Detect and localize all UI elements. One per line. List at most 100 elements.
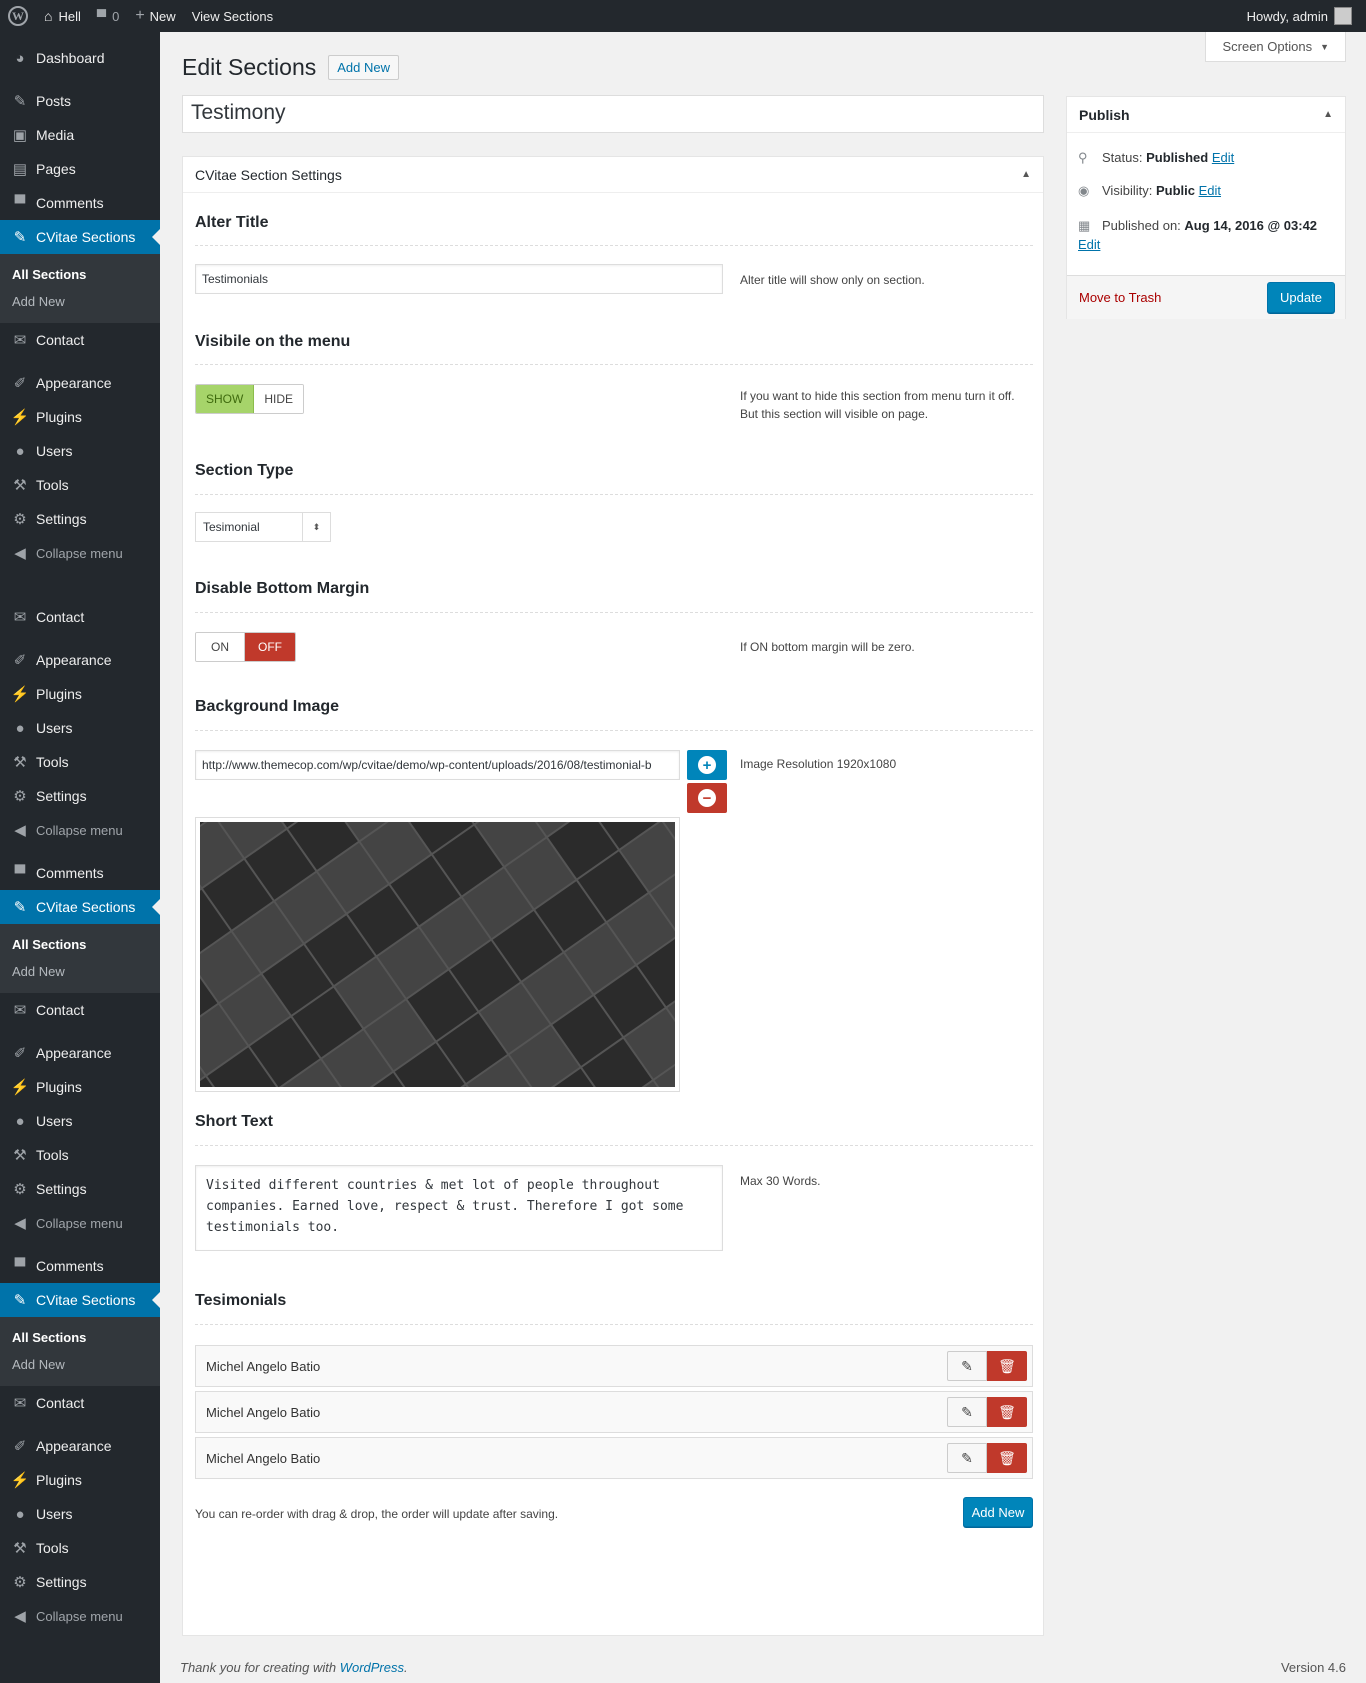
menu-plugins[interactable]: ⚡ Plugins: [0, 400, 160, 434]
short-text-textarea[interactable]: Visited different countries & met lot of…: [195, 1165, 723, 1251]
background-image-url-input[interactable]: http://www.themecop.com/wp/cvitae/demo/w…: [195, 750, 680, 780]
testimonials-heading: Tesimonials: [195, 1292, 287, 1309]
add-testimonial-button[interactable]: Add New: [963, 1497, 1033, 1527]
menu-plugins[interactable]: ⚡ Plugins: [0, 1070, 160, 1104]
menu-collapse[interactable]: ◀ Collapse menu: [0, 813, 160, 847]
menu-plugins[interactable]: ⚡ Plugins: [0, 677, 160, 711]
menu-posts[interactable]: ✎ Posts: [0, 84, 160, 118]
plus-icon: +: [698, 756, 716, 774]
caret-up-icon[interactable]: ▲: [1021, 169, 1031, 180]
remove-image-button[interactable]: −: [687, 783, 727, 813]
menu-comments[interactable]: ▀ Comments: [0, 186, 160, 220]
page-icon: ▤: [12, 161, 28, 178]
menu-label: Appearance: [36, 375, 112, 391]
off-option[interactable]: OFF: [245, 633, 295, 661]
submenu-all-sections[interactable]: All Sections: [0, 1324, 160, 1351]
menu-tools[interactable]: ⚒ Tools: [0, 1138, 160, 1172]
menu-settings[interactable]: ⚙ Settings: [0, 1565, 160, 1599]
menu-collapse[interactable]: ◀ Collapse menu: [0, 1599, 160, 1633]
new-content-link[interactable]: + New: [127, 0, 183, 32]
menu-users[interactable]: ● Users: [0, 711, 160, 745]
submenu-add-new[interactable]: Add New: [0, 1351, 160, 1378]
menu-cvitae-sections[interactable]: ✎ CVitae Sections: [0, 220, 160, 254]
move-to-trash-link[interactable]: Move to Trash: [1079, 290, 1161, 305]
menu-pages[interactable]: ▤ Pages: [0, 152, 160, 186]
pencil-icon[interactable]: ✎: [947, 1351, 987, 1381]
menu-appearance[interactable]: ✐ Appearance: [0, 366, 160, 400]
menu-label: CVitae Sections: [36, 1292, 136, 1308]
site-name-link[interactable]: ⌂ Hell: [36, 0, 89, 32]
submenu-add-new[interactable]: Add New: [0, 958, 160, 985]
hide-option[interactable]: HIDE: [254, 385, 304, 413]
menu-appearance[interactable]: ✐ Appearance: [0, 1429, 160, 1463]
menu-appearance[interactable]: ✐ Appearance: [0, 1036, 160, 1070]
row-actions: ✎ 🗑: [947, 1397, 1027, 1427]
alter-title-heading: Alter Title: [195, 214, 269, 231]
menu-tools[interactable]: ⚒ Tools: [0, 745, 160, 779]
add-image-button[interactable]: +: [687, 750, 727, 780]
collage-tiles: [200, 822, 675, 1087]
brush-icon: ✐: [13, 652, 27, 669]
menu-cvitae-sections[interactable]: ✎ CVitae Sections: [0, 1283, 160, 1317]
edit-date-link[interactable]: Edit: [1078, 237, 1100, 252]
screen-options-button[interactable]: Screen Options ▼: [1205, 32, 1346, 62]
menu-settings[interactable]: ⚙ Settings: [0, 502, 160, 536]
trash-icon[interactable]: 🗑: [987, 1397, 1027, 1427]
update-button[interactable]: Update: [1267, 282, 1335, 313]
menu-contact[interactable]: ✉ Contact: [0, 323, 160, 357]
menu-collapse[interactable]: ◀ Collapse menu: [0, 1206, 160, 1240]
menu-collapse[interactable]: ◀ Collapse menu: [0, 536, 160, 570]
menu-contact[interactable]: ✉ Contact: [0, 1386, 160, 1420]
menu-plugins[interactable]: ⚡ Plugins: [0, 1463, 160, 1497]
menu-appearance[interactable]: ✐ Appearance: [0, 643, 160, 677]
pencil-icon[interactable]: ✎: [947, 1443, 987, 1473]
menu-comments[interactable]: ▀ Comments: [0, 1249, 160, 1283]
alter-title-input[interactable]: Testimonials: [195, 264, 723, 294]
on-option[interactable]: ON: [196, 633, 245, 661]
menu-users[interactable]: ● Users: [0, 1104, 160, 1138]
menu-cvitae-sections[interactable]: ✎ CVitae Sections: [0, 890, 160, 924]
menu-dashboard[interactable]: ◕ Dashboard: [0, 41, 160, 75]
publish-box-header[interactable]: Publish ▲: [1067, 97, 1345, 133]
submenu-all-sections[interactable]: All Sections: [0, 261, 160, 288]
menu-media[interactable]: ▣ Media: [0, 118, 160, 152]
pencil-icon[interactable]: ✎: [947, 1397, 987, 1427]
testimonial-row[interactable]: Michel Angelo Batio ✎ 🗑: [195, 1345, 1033, 1387]
menu-contact[interactable]: ✉ Contact: [0, 600, 160, 634]
menu-settings[interactable]: ⚙ Settings: [0, 1172, 160, 1206]
my-account[interactable]: Howdy, admin: [1247, 7, 1366, 25]
submenu-all-sections[interactable]: All Sections: [0, 931, 160, 958]
edit-visibility-link[interactable]: Edit: [1199, 183, 1221, 198]
post-title-input[interactable]: Testimony: [182, 95, 1044, 133]
edit-status-link[interactable]: Edit: [1212, 150, 1234, 165]
menu-comments[interactable]: ▀ Comments: [0, 856, 160, 890]
publish-box: Publish ▲ ⚲ Status: Published Edit ◉ Vis…: [1066, 96, 1346, 319]
caret-up-icon[interactable]: ▲: [1323, 109, 1333, 120]
brush-icon: ✐: [13, 1045, 27, 1062]
menu-tools[interactable]: ⚒ Tools: [0, 1531, 160, 1565]
menu-label: CVitae Sections: [36, 229, 136, 245]
trash-icon[interactable]: 🗑: [987, 1351, 1027, 1381]
menu-settings[interactable]: ⚙ Settings: [0, 779, 160, 813]
add-new-button[interactable]: Add New: [328, 55, 399, 80]
show-option[interactable]: SHOW: [196, 385, 255, 413]
trash-icon[interactable]: 🗑: [987, 1443, 1027, 1473]
wp-logo-menu[interactable]: W: [0, 0, 36, 32]
menu-contact[interactable]: ✉ Contact: [0, 993, 160, 1027]
short-text-desc: Max 30 Words.: [740, 1174, 821, 1188]
menu-users[interactable]: ● Users: [0, 1497, 160, 1531]
wordpress-link[interactable]: WordPress: [340, 1660, 404, 1675]
section-type-select[interactable]: Tesimonial ⬍: [195, 512, 331, 542]
menu-users[interactable]: ● Users: [0, 434, 160, 468]
comments-link[interactable]: ▀ 0: [89, 0, 127, 32]
bottom-margin-toggle: ON OFF: [195, 632, 296, 662]
collapse-icon: ◀: [14, 1215, 26, 1232]
settings-box-header[interactable]: CVitae Section Settings ▲: [183, 157, 1043, 193]
menu-tools[interactable]: ⚒ Tools: [0, 468, 160, 502]
testimonial-row[interactable]: Michel Angelo Batio ✎ 🗑: [195, 1437, 1033, 1479]
collage-image: [200, 822, 675, 1087]
view-sections-link[interactable]: View Sections: [184, 0, 281, 32]
testimonial-row[interactable]: Michel Angelo Batio ✎ 🗑: [195, 1391, 1033, 1433]
plugin-icon: ⚡: [10, 409, 30, 426]
submenu-add-new[interactable]: Add New: [0, 288, 160, 315]
